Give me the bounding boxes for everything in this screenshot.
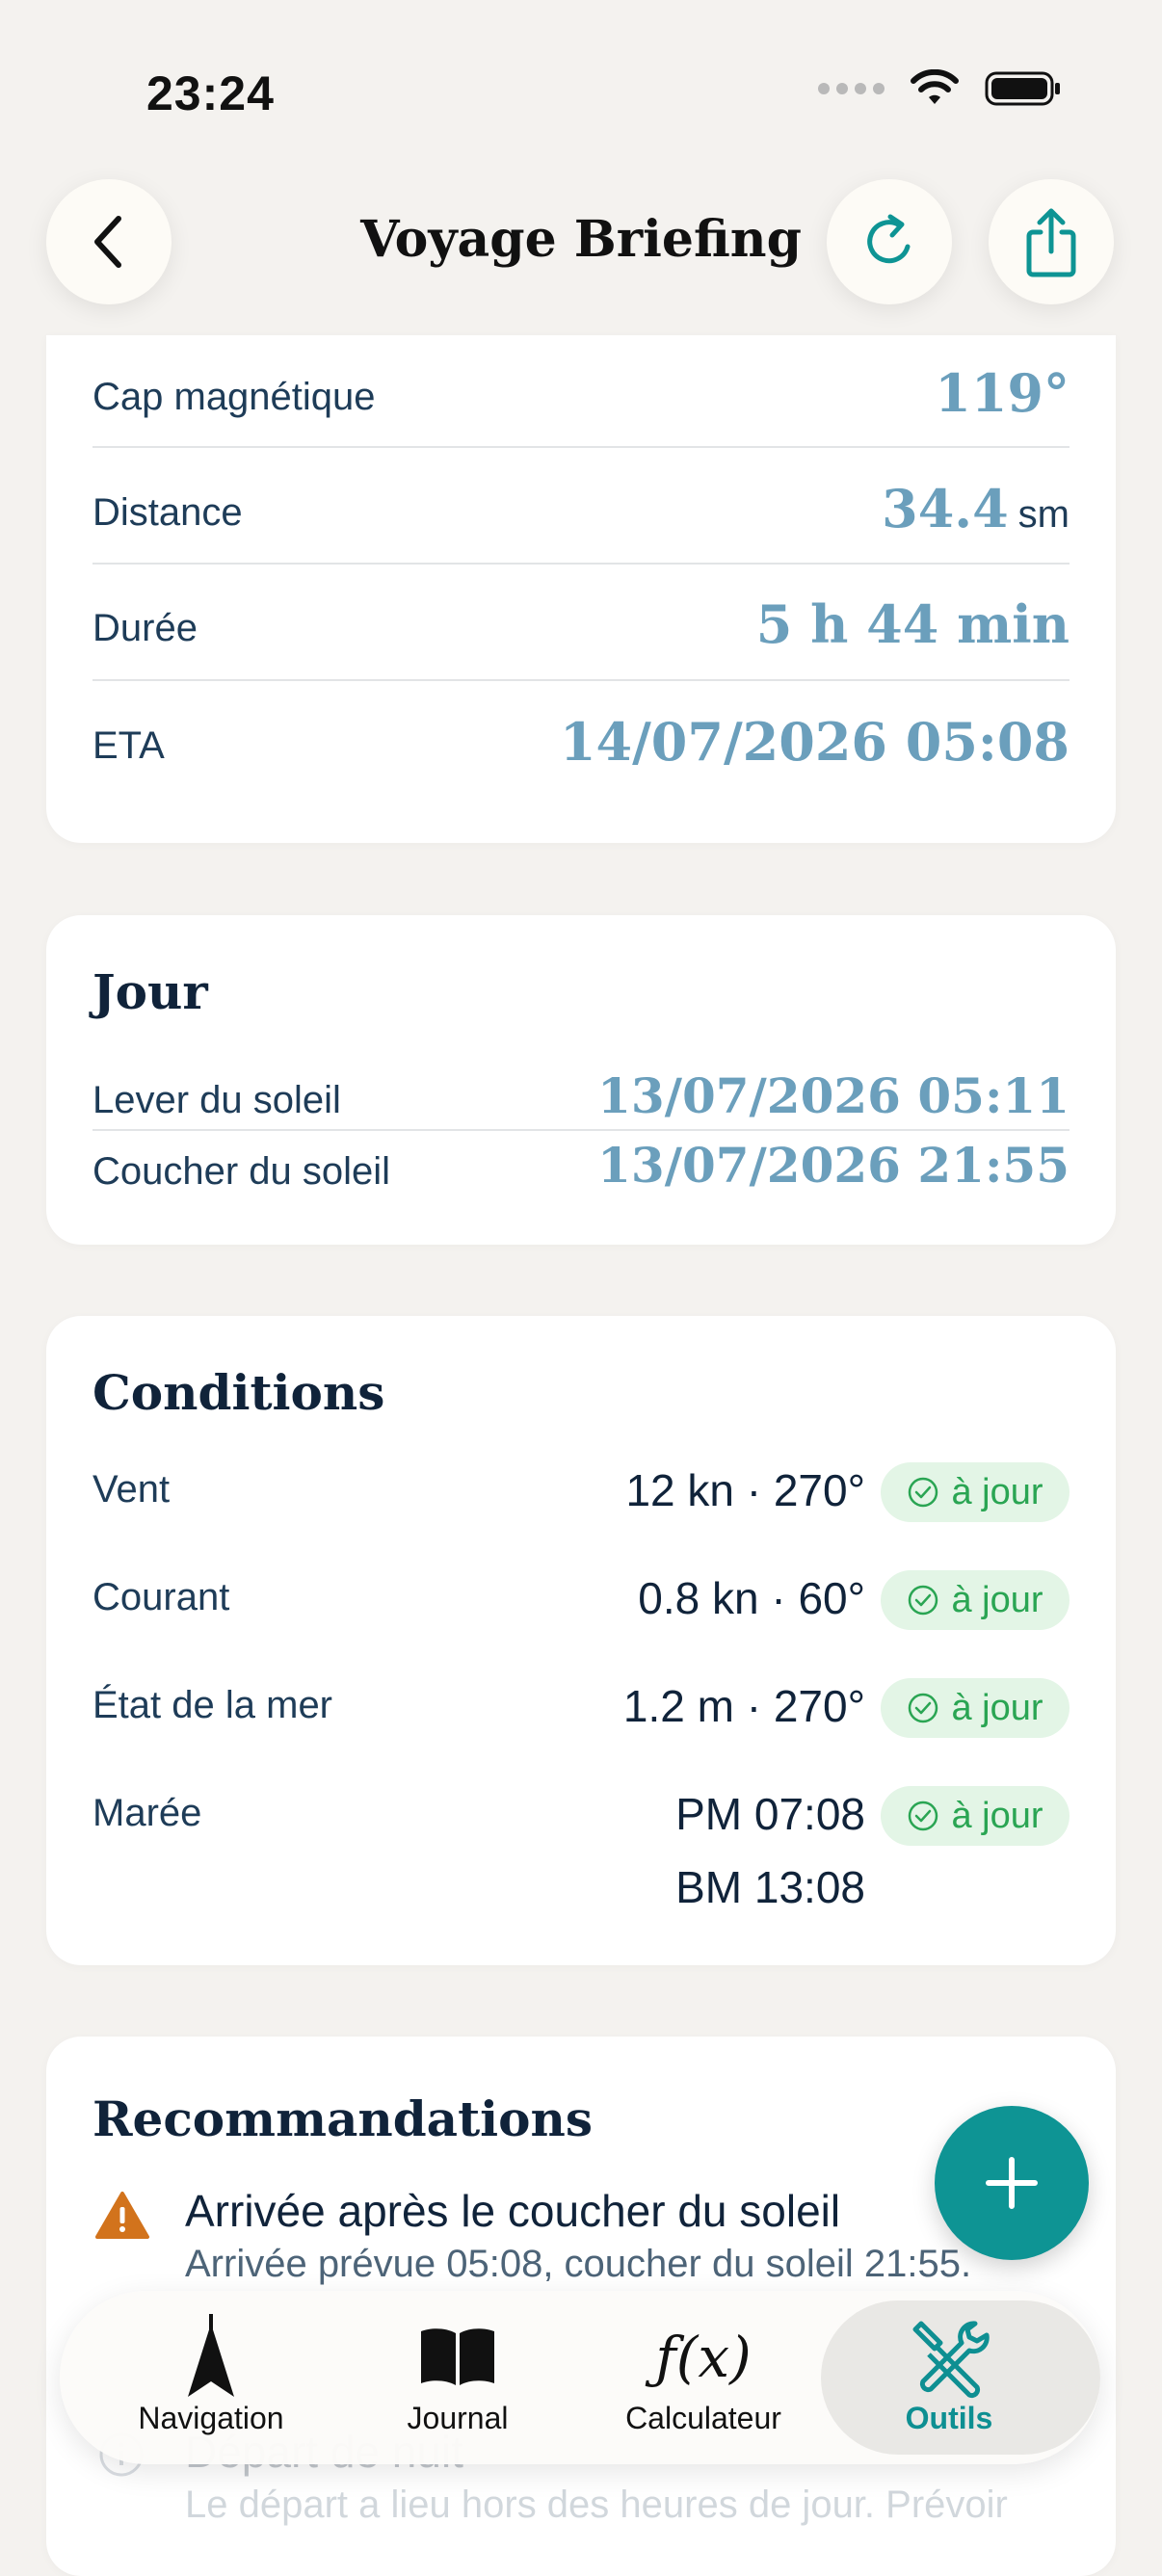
tab-label: Outils (905, 2401, 993, 2435)
warning-icon (95, 2192, 149, 2239)
magnetic-heading-value: 119° (935, 362, 1070, 424)
status-badge: à jour (881, 1678, 1070, 1738)
battery-icon (985, 71, 1060, 106)
tab-journal[interactable]: Journal (337, 2291, 578, 2464)
sunrise-value: 13/07/2026 05:11 (597, 1067, 1070, 1124)
divider (92, 679, 1070, 681)
distance-value: 34.4 sm (882, 478, 1070, 539)
share-icon (1026, 208, 1076, 277)
recommendation-text: Le départ a lieu hors des heures de jour… (185, 2484, 1008, 2526)
sunset-value: 13/07/2026 21:55 (597, 1137, 1070, 1194)
status-badge: à jour (881, 1786, 1070, 1846)
sunrise-label: Lever du soleil (92, 1079, 341, 1121)
tide-high-value: PM 07:08 (675, 1789, 865, 1839)
conditions-card: Conditions Vent 12 kn · 270° à jour Cour… (46, 1316, 1116, 1965)
add-button[interactable] (935, 2106, 1089, 2260)
tab-label: Calculateur (625, 2401, 781, 2435)
tab-label: Navigation (138, 2401, 284, 2435)
tide-low-value: BM 13:08 (675, 1862, 865, 1912)
magnetic-heading-label: Cap magnétique (92, 376, 376, 418)
recommendations-title: Recommandations (92, 2090, 594, 2147)
divider (92, 446, 1070, 448)
eta-value: 14/07/2026 05:08 (559, 711, 1070, 773)
tab-tools[interactable]: Outils (821, 2291, 1100, 2464)
badge-label: à jour (951, 1471, 1043, 1512)
sea-state-value: 1.2 m · 270° (622, 1681, 865, 1731)
cellular-signal-icon (818, 83, 885, 94)
navigation-arrow-icon (91, 2314, 331, 2401)
route-card: Cap magnétique 119° Distance 34.4 sm Duré… (46, 335, 1116, 843)
book-icon (337, 2314, 578, 2401)
wifi-icon (911, 69, 959, 104)
day-card: Jour Lever du soleil 13/07/2026 05:11 Co… (46, 915, 1116, 1245)
check-circle-icon (909, 1801, 938, 1831)
conditions-title: Conditions (92, 1364, 385, 1421)
plus-icon (986, 2157, 1038, 2209)
function-glyph: ƒ(x) (655, 2325, 752, 2390)
status-badge: à jour (881, 1462, 1070, 1522)
sea-state-label: État de la mer (92, 1684, 333, 1726)
check-circle-icon (909, 1693, 938, 1723)
tab-calculator[interactable]: ƒ(x) Calculateur (583, 2291, 824, 2464)
tab-navigation[interactable]: Navigation (91, 2291, 331, 2464)
current-value: 0.8 kn · 60° (638, 1573, 865, 1623)
refresh-icon (867, 214, 911, 264)
wind-value: 12 kn · 270° (625, 1465, 865, 1515)
sunset-label: Coucher du soleil (92, 1150, 391, 1193)
function-icon: ƒ(x) (583, 2314, 824, 2401)
share-button[interactable] (989, 179, 1114, 304)
status-badge: à jour (881, 1570, 1070, 1630)
status-time: 23:24 (146, 66, 275, 120)
divider (92, 563, 1070, 565)
tab-label: Journal (407, 2401, 509, 2435)
recommendation-title: Arrivée après le coucher du soleil (185, 2186, 841, 2236)
distance-unit: sm (1017, 493, 1070, 536)
tools-icon (829, 2314, 1070, 2401)
current-label: Courant (92, 1576, 230, 1618)
check-circle-icon (909, 1585, 938, 1616)
badge-label: à jour (951, 1579, 1043, 1620)
recommendation-text: Arrivée prévue 05:08, coucher du soleil … (185, 2243, 972, 2285)
badge-label: à jour (951, 1687, 1043, 1728)
badge-label: à jour (951, 1795, 1043, 1836)
status-icons (818, 69, 1062, 108)
divider (92, 1129, 1070, 1131)
wind-label: Vent (92, 1468, 171, 1511)
distance-label: Distance (92, 491, 243, 534)
tide-label: Marée (92, 1792, 202, 1834)
refresh-button[interactable] (827, 179, 952, 304)
check-circle-icon (909, 1477, 938, 1508)
duration-value: 5 h 44 min (755, 593, 1070, 655)
duration-label: Durée (92, 607, 198, 649)
eta-label: ETA (92, 724, 165, 767)
day-title: Jour (92, 963, 208, 1020)
tab-bar: Navigation Journal ƒ(x) Calculateur Outi… (60, 2291, 1100, 2464)
